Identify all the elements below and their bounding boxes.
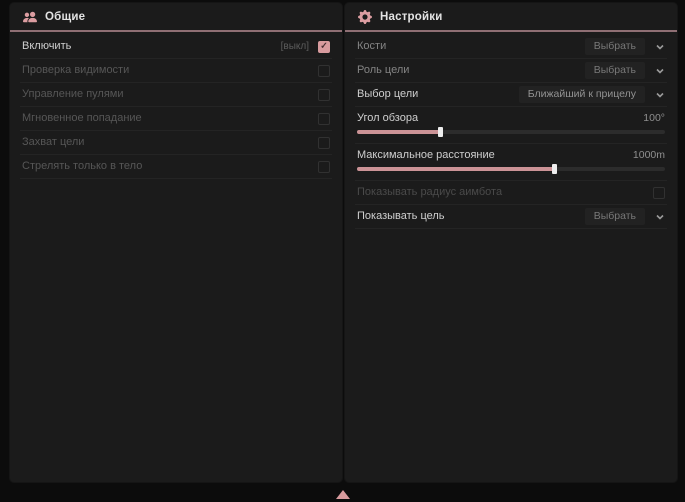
target-selection-dropdown[interactable]: Ближайший к прицелу (519, 86, 665, 103)
target-role-dropdown[interactable]: Выбрать (585, 62, 665, 79)
target-lock-checkbox[interactable] (318, 137, 330, 149)
bullet-control-checkbox[interactable] (318, 89, 330, 101)
chevron-down-icon (655, 212, 665, 222)
chevron-down-icon (655, 42, 665, 52)
bullet-control-label: Управление пулями (22, 89, 124, 100)
visibility-check-checkbox[interactable] (318, 65, 330, 77)
gear-icon (358, 10, 372, 24)
chevron-down-icon (655, 90, 665, 100)
general-rows: Включить [выкл] Проверка видимости Управ… (10, 32, 342, 179)
show-target-label: Показывать цель (357, 211, 445, 222)
settings-panel-header: Настройки (345, 3, 677, 30)
max-distance-value: 1000m (633, 149, 665, 161)
row-bullet-control: Управление пулями (20, 83, 332, 107)
target-role-dropdown-value[interactable]: Выбрать (585, 62, 645, 79)
bones-label: Кости (357, 41, 386, 52)
row-instant-hit: Мгновенное попадание (20, 107, 332, 131)
row-target-selection: Выбор цели Ближайший к прицелу (355, 83, 667, 107)
enable-checkbox[interactable] (318, 41, 330, 53)
bones-dropdown[interactable]: Выбрать (585, 38, 665, 55)
row-target-role: Роль цели Выбрать (355, 59, 667, 83)
show-target-dropdown-value[interactable]: Выбрать (585, 208, 645, 225)
show-target-dropdown[interactable]: Выбрать (585, 208, 665, 225)
chevron-down-icon (655, 66, 665, 76)
body-only-checkbox[interactable] (318, 161, 330, 173)
row-body-only: Стрелять только в тело (20, 155, 332, 179)
row-visibility-check: Проверка видимости (20, 59, 332, 83)
fov-slider-top: Угол обзора 100° (357, 112, 665, 124)
visibility-check-label: Проверка видимости (22, 65, 129, 76)
target-selection-label: Выбор цели (357, 89, 418, 100)
fov-slider-thumb[interactable] (438, 127, 443, 137)
max-distance-slider-fill (357, 167, 554, 171)
bones-dropdown-value[interactable]: Выбрать (585, 38, 645, 55)
general-panel-header: Общие (10, 3, 342, 30)
row-bones: Кости Выбрать (355, 35, 667, 59)
settings-panel: Настройки Кости Выбрать Роль цели Выбрат… (345, 3, 677, 482)
row-enable: Включить [выкл] (20, 35, 332, 59)
max-distance-label: Максимальное расстояние (357, 150, 495, 161)
target-lock-label: Захват цели (22, 137, 84, 148)
settings-panel-title: Настройки (380, 11, 442, 23)
users-icon (23, 10, 37, 24)
row-fov: Угол обзора 100° (355, 107, 667, 144)
fov-value: 100° (643, 112, 665, 124)
row-show-target: Показывать цель Выбрать (355, 205, 667, 229)
instant-hit-label: Мгновенное попадание (22, 113, 142, 124)
target-selection-dropdown-value[interactable]: Ближайший к прицелу (519, 86, 645, 103)
body-only-label: Стрелять только в тело (22, 161, 142, 172)
enable-label: Включить (22, 41, 71, 52)
general-panel: Общие Включить [выкл] Проверка видимости… (10, 3, 342, 482)
fov-label: Угол обзора (357, 113, 418, 124)
row-show-aimbot-radius: Показывать радиус аимбота (355, 181, 667, 205)
row-max-distance: Максимальное расстояние 1000m (355, 144, 667, 181)
show-aimbot-radius-label: Показывать радиус аимбота (357, 187, 502, 198)
triangle-up-icon[interactable] (336, 490, 350, 499)
instant-hit-checkbox[interactable] (318, 113, 330, 125)
row-target-lock: Захват цели (20, 131, 332, 155)
max-distance-slider-thumb[interactable] (552, 164, 557, 174)
target-role-label: Роль цели (357, 65, 409, 76)
max-distance-slider[interactable] (357, 167, 665, 171)
general-panel-title: Общие (45, 11, 85, 23)
settings-rows: Кости Выбрать Роль цели Выбрать Выбор це… (345, 32, 677, 229)
fov-slider-fill (357, 130, 440, 134)
max-distance-slider-top: Максимальное расстояние 1000m (357, 149, 665, 161)
show-aimbot-radius-checkbox[interactable] (653, 187, 665, 199)
enable-hotkey-label: [выкл] (281, 41, 309, 52)
fov-slider[interactable] (357, 130, 665, 134)
